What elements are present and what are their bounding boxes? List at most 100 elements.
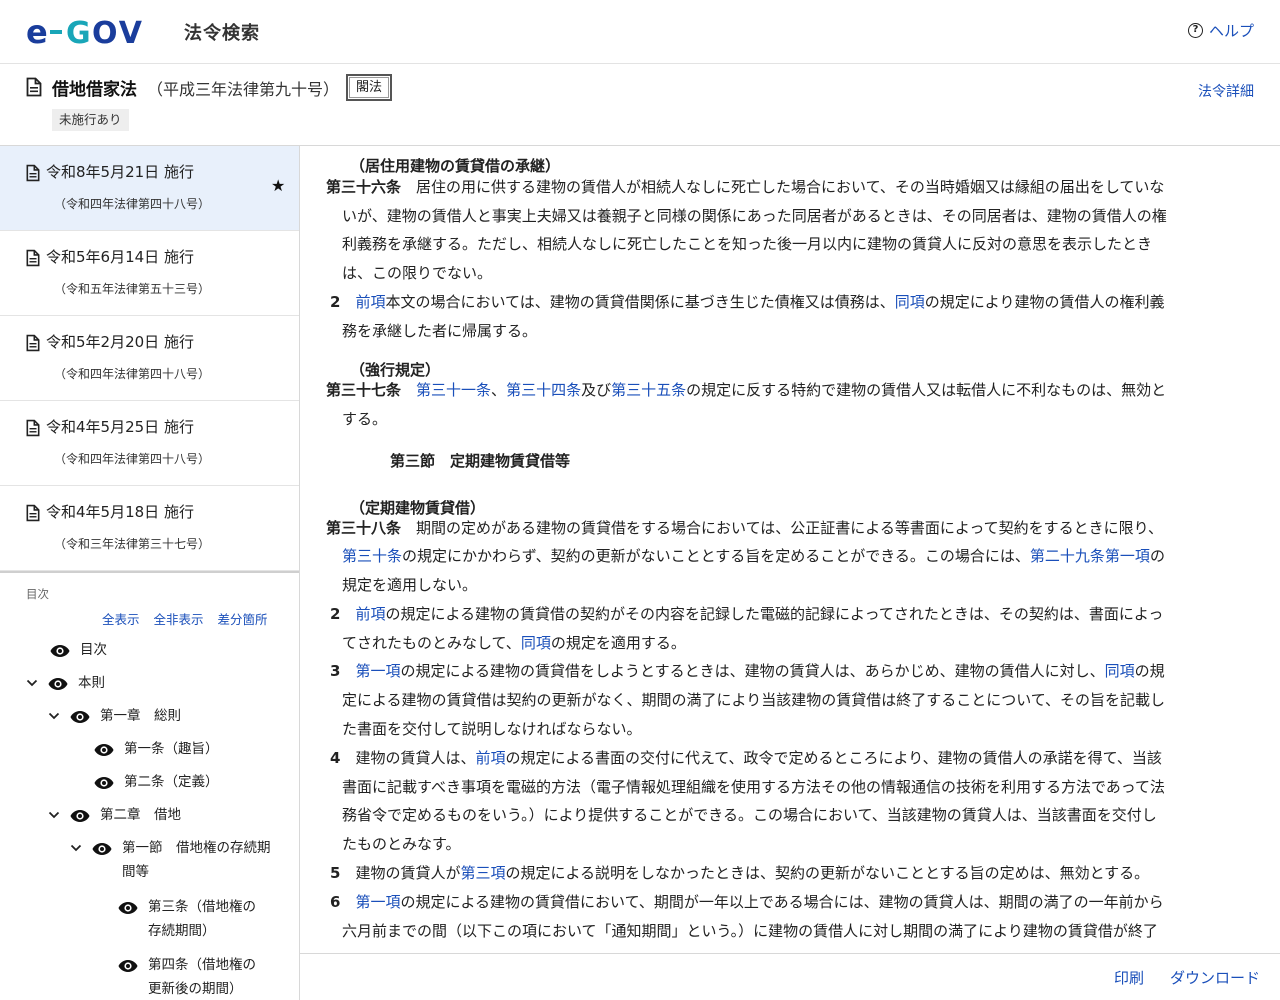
law-detail-link[interactable]: 法令詳細: [1198, 81, 1254, 101]
version-law-number: （令和四年法律第四十八号）: [54, 197, 211, 211]
star-icon[interactable]: ★: [271, 176, 285, 195]
paragraph-4: 4 建物の賃貸人は、前項の規定による書面の交付に代えて、政令で定めるところにより…: [330, 744, 1230, 773]
document-icon: [26, 334, 40, 356]
paragraph-number: 2: [330, 293, 341, 311]
ref-link[interactable]: 同項: [895, 293, 925, 311]
version-item[interactable]: 令和4年5月25日 施行 （令和四年法律第四十八号）: [0, 401, 299, 486]
article-37: 第三十七条 第三十一条、第三十四条及び第三十五条の規定に反する特約で建物の賃借人…: [326, 376, 1226, 405]
ref-link[interactable]: 第三十四条: [506, 381, 581, 399]
top-bar: e G OV 法令検索 ? ヘルプ: [0, 0, 1280, 64]
toc-item[interactable]: 第一条（趣旨）: [94, 740, 299, 761]
help-link[interactable]: ? ヘルプ: [1187, 20, 1254, 41]
chevron-down-icon[interactable]: [70, 841, 82, 857]
paragraph-text: の規定による建物の賃貸借をしようとするときは、建物の賃貸人は、あらかじめ、建物の…: [400, 662, 1105, 680]
paragraph-number: 2: [330, 605, 341, 623]
document-icon: [26, 504, 40, 526]
paragraph-text: てされたものとみなして、同項の規定を適用する。: [342, 629, 1242, 658]
ref-link[interactable]: 第三十五条: [611, 381, 686, 399]
toc-label: 目次: [26, 587, 49, 601]
paragraph-text: の規定を適用する。: [550, 634, 686, 652]
eye-icon[interactable]: [48, 677, 68, 691]
ref-link[interactable]: 前項: [355, 293, 385, 311]
ref-link[interactable]: 第一項: [355, 893, 400, 911]
eye-icon[interactable]: [118, 901, 138, 915]
version-date: 令和4年5月25日 施行: [46, 418, 194, 436]
toc-item[interactable]: 第三条（借地権の存続期間）: [118, 898, 268, 943]
ref-link[interactable]: 同項: [521, 634, 551, 652]
chevron-down-icon[interactable]: [48, 808, 60, 824]
ref-link[interactable]: 第三項: [460, 864, 505, 882]
version-law-number: （令和四年法律第四十八号）: [54, 452, 211, 466]
eye-icon[interactable]: [94, 743, 114, 757]
version-item[interactable]: 令和5年2月20日 施行 （令和四年法律第四十八号）: [0, 316, 299, 401]
toc-item-label: 第二章 借地: [100, 807, 181, 823]
egov-logo[interactable]: e G OV: [26, 14, 168, 50]
ref-link[interactable]: 前項: [355, 605, 385, 623]
article-text: 期間の定めがある建物の賃貸借をする場合においては、公正証書による等書面によって契…: [416, 519, 1164, 537]
article-text: 規定を適用しない。: [342, 576, 478, 594]
eye-icon[interactable]: [70, 710, 90, 724]
toc-item[interactable]: 第四条（借地権の更新後の期間）: [118, 956, 268, 1000]
svg-text:e: e: [26, 14, 48, 50]
version-item[interactable]: 令和4年5月18日 施行 （令和三年法律第三十七号）: [0, 486, 299, 571]
toc-item[interactable]: 本則: [26, 674, 278, 695]
article-text: は、この限りでない。: [342, 264, 493, 282]
eye-icon[interactable]: [94, 776, 114, 790]
paragraph-text: の規定による建物の賃貸借の契約がその内容を記録した電磁的記録によってされたときは…: [385, 605, 1164, 623]
article-text: の規定に反する特約で建物の賃借人又は転借人に不利なものは、無効と: [686, 381, 1167, 399]
ref-link[interactable]: 第三十一条: [416, 381, 491, 399]
article-36: 第三十六条 居住の用に供する建物の賃借人が相続人なしに死亡した場合において、その…: [326, 173, 1226, 202]
toc-item[interactable]: 第二章 借地: [48, 806, 299, 827]
toc-diff-link[interactable]: 差分箇所: [218, 609, 268, 628]
paragraph-2: 2 前項の規定による建物の賃貸借の契約がその内容を記録した電磁的記録によってされ…: [330, 600, 1230, 629]
ref-link[interactable]: 第二十九条第一項: [1030, 547, 1150, 565]
paragraph-2: 2 前項本文の場合においては、建物の賃貸借関係に基づき生じた債権又は債務は、同項…: [330, 288, 1230, 317]
sidebar: 令和8年5月21日 施行 （令和四年法律第四十八号） ★ 令和5年6月14日 施行 （令…: [0, 145, 300, 1000]
ref-link[interactable]: 第三十条: [342, 547, 402, 565]
document-icon: [26, 419, 40, 441]
download-button[interactable]: ダウンロード: [1170, 967, 1260, 988]
chevron-down-icon[interactable]: [48, 709, 60, 725]
ref-link[interactable]: 第一項: [355, 662, 400, 680]
chevron-down-icon[interactable]: [26, 676, 38, 692]
ref-link[interactable]: 同項: [1105, 662, 1135, 680]
toc-panel: 目次 全表示 全非表示 差分箇所 目次本則第一章 総則第一条（趣旨） 第二条（定義…: [0, 571, 299, 1000]
paragraph-number: 5: [330, 864, 341, 882]
ref-link[interactable]: 前項: [475, 749, 505, 767]
law-title: 借地借家法: [52, 80, 137, 100]
article-number: 第三十八条: [326, 519, 402, 537]
toc-item[interactable]: 第二条（定義）: [94, 773, 299, 794]
paragraph-text: 建物の賃貸人は、: [355, 749, 476, 767]
eye-icon[interactable]: [118, 959, 138, 973]
print-button[interactable]: 印刷: [1114, 967, 1144, 988]
version-item[interactable]: 令和5年6月14日 施行 （令和五年法律第五十三号）: [0, 231, 299, 316]
toc-item-label: 第四条（借地権の更新後の期間）: [148, 957, 256, 997]
article-number: 第三十六条: [326, 178, 402, 196]
law-number: （平成三年法律第九十号）: [147, 80, 340, 99]
toc-item[interactable]: 第一章 総則: [48, 707, 299, 728]
toc-item[interactable]: 目次: [50, 641, 280, 662]
version-date: 令和8年5月21日 施行: [46, 163, 194, 181]
article-text: いが、建物の賃借人と事実上夫婦又は養親子と同様の関係にあった同居者があるときは、…: [342, 207, 1167, 225]
toc-show-all-link[interactable]: 全表示: [102, 609, 140, 628]
version-law-number: （令和五年法律第五十三号）: [54, 282, 211, 296]
version-date: 令和4年5月18日 施行: [46, 503, 194, 521]
paragraph-text: 六月前までの間（以下この項において「通知期間」という。）に建物の賃借人に対し期間…: [342, 922, 1158, 940]
toc-item-label: 目次: [80, 642, 107, 658]
section-heading: 第三節 定期建物賃貸借等: [390, 452, 571, 470]
eye-icon[interactable]: [92, 842, 112, 856]
paragraph-text: 建物の賃貸人が: [355, 864, 461, 882]
paragraph-6: 6 第一項の規定による建物の賃貸借において、期間が一年以上である場合には、建物の…: [330, 888, 1230, 917]
paragraph-text: た書面を交付して説明しなければならない。: [342, 720, 642, 738]
toc-item-label: 第一条（趣旨）: [124, 741, 219, 757]
toc-hide-all-link[interactable]: 全非表示: [154, 609, 204, 628]
article-text: 居住の用に供する建物の賃借人が相続人なしに死亡した場合において、その当時婚姻又は…: [416, 178, 1165, 196]
article-38: 第三十八条 期間の定めがある建物の賃貸借をする場合においては、公正証書による等書…: [326, 514, 1226, 543]
document-icon: [26, 77, 42, 101]
eye-icon[interactable]: [50, 644, 70, 658]
version-law-number: （令和三年法律第三十七号）: [54, 537, 211, 551]
eye-icon[interactable]: [70, 809, 90, 823]
version-item[interactable]: 令和8年5月21日 施行 （令和四年法律第四十八号） ★: [0, 146, 299, 231]
toc-item[interactable]: 第一節 借地権の存続期間等: [70, 839, 272, 884]
paragraph-text: 務省令で定めるものをいう。）により提供することができる。この場合において、当該建…: [342, 806, 1157, 824]
